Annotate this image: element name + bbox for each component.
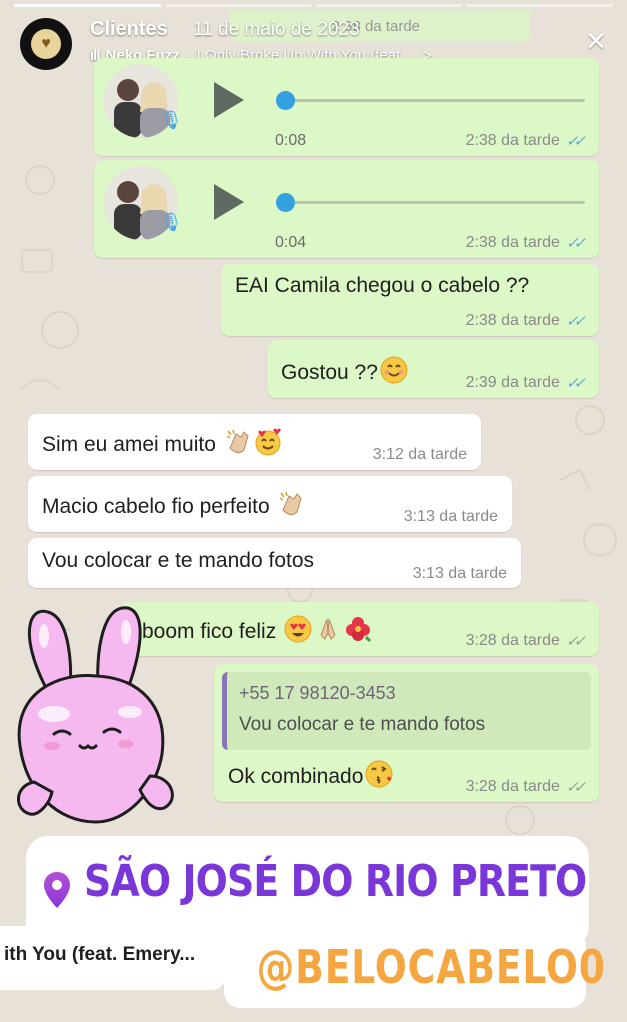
quoted-text: Vou colocar e te mando fotos bbox=[239, 714, 486, 735]
message-text: Ok combinado bbox=[228, 765, 364, 788]
bunny-sticker[interactable] bbox=[0, 596, 190, 846]
voice-message-bubble[interactable]: 🎙 0:08 2:38 da tarde ✓✓ bbox=[94, 58, 599, 156]
story-progress-segment bbox=[466, 4, 613, 7]
mention-handle: @BELOCABELO0 bbox=[256, 940, 606, 994]
message-time-label: 3:28 da tarde bbox=[465, 632, 560, 649]
message-text: Gostou ?? bbox=[281, 361, 378, 384]
heart-icon: ♥ bbox=[31, 29, 61, 59]
microphone-icon: 🎙 bbox=[160, 212, 183, 232]
smiling-hearts-emoji-icon bbox=[255, 428, 281, 456]
message-time-label: 3:13 da tarde bbox=[412, 565, 507, 582]
read-check-icon: ✓✓ bbox=[565, 235, 586, 252]
audio-seek-handle[interactable] bbox=[276, 91, 295, 110]
message-time: 2:38 da tarde ✓✓ bbox=[465, 312, 586, 330]
audio-seek-handle[interactable] bbox=[276, 193, 295, 212]
delivered-check-icon: ✓✓ bbox=[565, 779, 586, 796]
read-check-icon: ✓✓ bbox=[565, 375, 586, 392]
voice-message-bubble[interactable]: 🎙 0:04 2:38 da tarde ✓✓ bbox=[94, 160, 599, 258]
message-time-label: 2:38 da tarde bbox=[465, 312, 560, 329]
outgoing-message[interactable]: EAI Camila chegou o cabelo ?? 2:38 da ta… bbox=[221, 264, 599, 336]
pray-emoji-icon bbox=[320, 618, 336, 640]
audio-progress-track[interactable] bbox=[284, 99, 585, 102]
outgoing-message[interactable]: Gostou ?? 2:39 da tarde ✓✓ bbox=[267, 340, 599, 398]
message-text-wrap: Macio cabelo fio perfeito bbox=[42, 490, 305, 519]
message-time: 2:39 da tarde ✓✓ bbox=[465, 374, 586, 392]
audio-progress-track[interactable] bbox=[284, 201, 585, 204]
message-time: 2:38 da tarde ✓✓ bbox=[465, 132, 586, 150]
message-text-wrap: Gostou ?? bbox=[281, 356, 408, 385]
audio-duration: 0:08 bbox=[275, 132, 307, 149]
message-time-label: 2:39 da tarde bbox=[465, 374, 560, 391]
message-time-label: 3:13 da tarde bbox=[403, 508, 498, 525]
message-time: 3:28 da tarde ✓✓ bbox=[465, 632, 586, 650]
incoming-message[interactable]: Sim eu amei muito 3:12 da tarde bbox=[28, 414, 481, 470]
read-check-icon: ✓✓ bbox=[565, 133, 586, 150]
story-progress-segment bbox=[315, 4, 463, 7]
outgoing-reply-message[interactable]: +55 17 98120-3453 Vou colocar e te mando… bbox=[214, 664, 599, 802]
story-progress-bar bbox=[14, 4, 613, 7]
incoming-message[interactable]: Macio cabelo fio perfeito 3:13 da tarde bbox=[28, 476, 512, 532]
story-account-name[interactable]: Clientes bbox=[90, 18, 168, 41]
message-time: 3:28 da tarde ✓✓ bbox=[465, 778, 586, 796]
message-text-wrap: Ok combinado bbox=[228, 760, 393, 789]
heart-eyes-emoji-icon bbox=[284, 615, 312, 643]
message-text: Sim eu amei muito bbox=[42, 433, 216, 456]
music-sticker-title: ith You (feat. Emery... bbox=[4, 944, 196, 965]
audio-duration: 0:04 bbox=[275, 234, 307, 251]
play-icon[interactable] bbox=[214, 82, 244, 118]
message-time-label: 2:38 da tarde bbox=[465, 234, 560, 251]
outgoing-message[interactable]: boom fico feliz 3:28 da tarde ✓✓ bbox=[120, 602, 599, 656]
play-icon[interactable] bbox=[214, 184, 244, 220]
delivered-check-icon: ✓✓ bbox=[565, 633, 586, 650]
mention-sticker[interactable]: @BELOCABELO0 bbox=[224, 930, 606, 1008]
quoted-message[interactable]: +55 17 98120-3453 Vou colocar e te mando… bbox=[222, 672, 591, 750]
location-name: SÃO JOSÉ DO RIO PRETO bbox=[84, 856, 587, 907]
smile-emoji-icon bbox=[380, 356, 408, 384]
message-text: Macio cabelo fio perfeito bbox=[42, 495, 270, 518]
kiss-emoji-icon bbox=[365, 760, 393, 788]
story-progress-segment bbox=[164, 4, 312, 7]
message-time-label: 3:12 da tarde bbox=[372, 446, 467, 463]
message-text: Vou colocar e te mando fotos bbox=[42, 549, 315, 572]
message-time-label: 3:28 da tarde bbox=[465, 778, 560, 795]
flower-emoji-icon bbox=[346, 617, 372, 643]
clap-emoji-icon bbox=[226, 429, 249, 454]
clap-emoji-icon bbox=[280, 491, 303, 516]
message-time: 2:38 da tarde ✓✓ bbox=[465, 234, 586, 252]
message-text: EAI Camila chegou o cabelo ?? bbox=[235, 274, 530, 297]
story-avatar[interactable]: ♥ bbox=[20, 18, 72, 70]
story-date: 11 de maio de 2023 bbox=[193, 19, 360, 40]
read-check-icon: ✓✓ bbox=[565, 313, 586, 330]
incoming-message[interactable]: Vou colocar e te mando fotos 3:13 da tar… bbox=[28, 538, 521, 588]
story-progress-segment bbox=[14, 4, 161, 7]
location-pin-icon bbox=[44, 872, 70, 908]
message-time: 3:12 da tarde bbox=[373, 446, 467, 464]
message-time: 3:13 da tarde bbox=[404, 508, 498, 526]
microphone-icon: 🎙 bbox=[160, 110, 183, 130]
close-button[interactable]: × bbox=[579, 24, 613, 58]
message-time-label: 2:38 da tarde bbox=[465, 132, 560, 149]
message-time: 3:13 da tarde bbox=[413, 565, 507, 583]
music-sticker[interactable]: ith You (feat. Emery... bbox=[0, 926, 226, 990]
message-text-wrap: Sim eu amei muito bbox=[42, 428, 282, 457]
quoted-sender: +55 17 98120-3453 bbox=[239, 683, 396, 703]
